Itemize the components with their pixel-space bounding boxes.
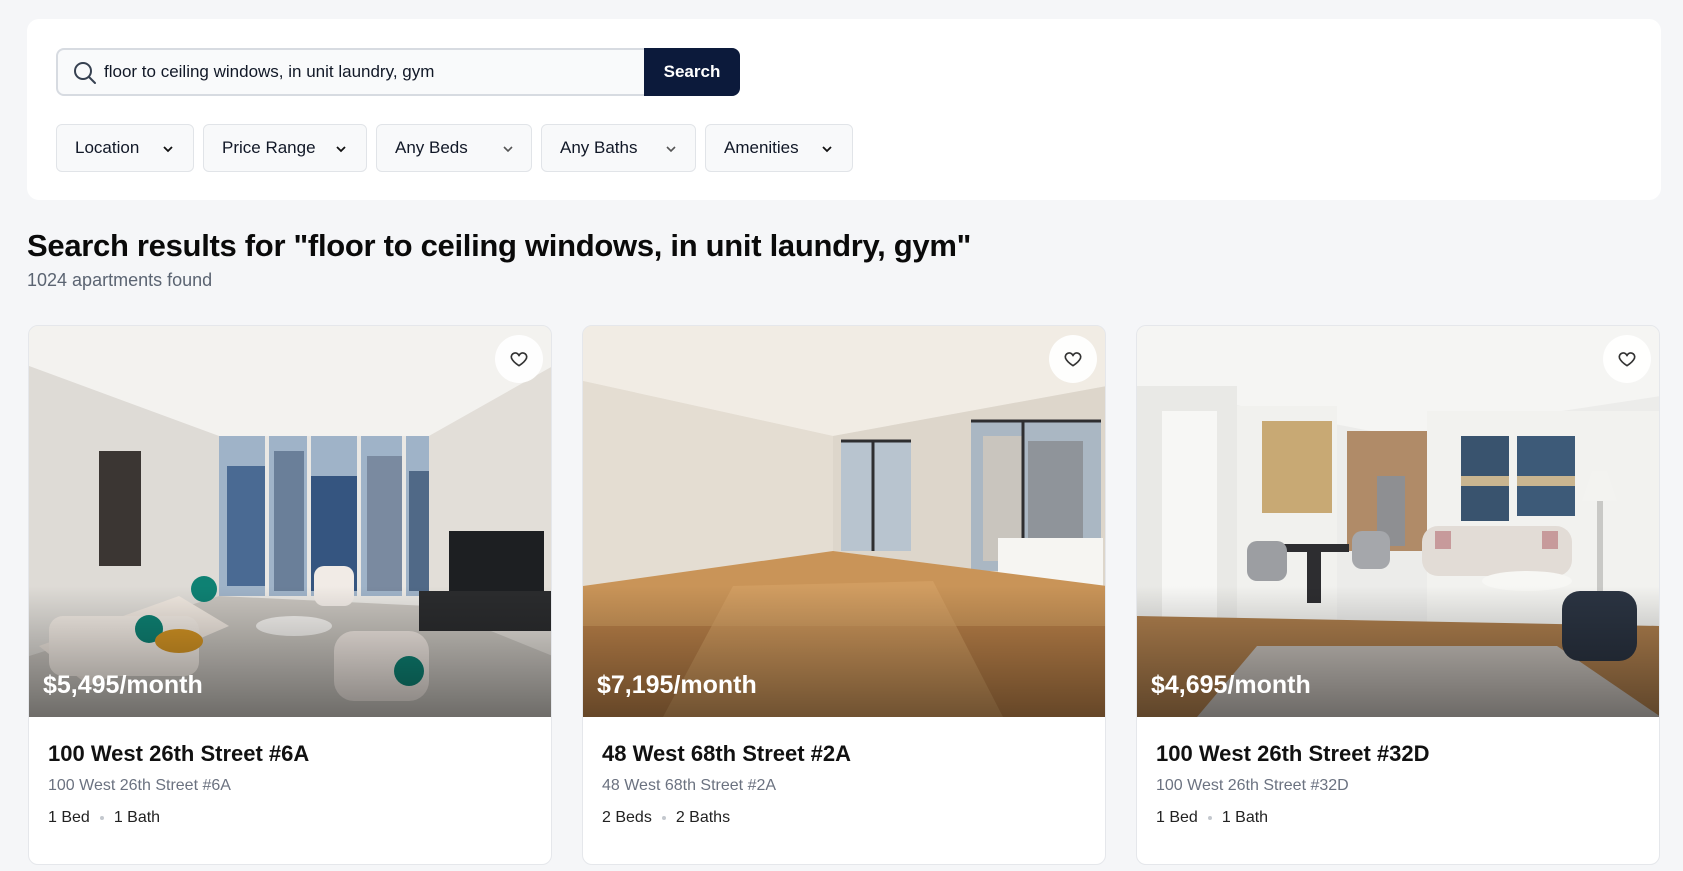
search-bar: Search (56, 48, 740, 96)
results-count: 1024 apartments found (27, 270, 213, 290)
listing-address: 100 West 26th Street #32D (1156, 777, 1349, 794)
filter-beds[interactable]: Any Beds (376, 124, 532, 172)
listing-card[interactable]: $7,195/month 48 West 68th Street #2A 48 … (582, 325, 1106, 865)
favorite-button[interactable] (495, 335, 543, 383)
listing-title[interactable]: 100 West 26th Street #6A (48, 741, 309, 767)
filter-amenities[interactable]: Amenities (705, 124, 853, 172)
listing-title[interactable]: 48 West 68th Street #2A (602, 741, 851, 767)
filter-label: Price Range (222, 138, 316, 157)
filter-price-range[interactable]: Price Range (203, 124, 367, 172)
listing-address: 48 West 68th Street #2A (602, 777, 777, 794)
favorite-button[interactable] (1049, 335, 1097, 383)
separator-dot (99, 816, 104, 820)
separator-dot (661, 816, 666, 820)
listing-beds: 2 Beds (602, 809, 652, 826)
chevron-down-icon (666, 146, 676, 153)
listing-meta: 1 Bed 1 Bath (48, 809, 160, 827)
listing-beds: 1 Bed (48, 809, 90, 826)
listing-photo[interactable]: $5,495/month (29, 326, 551, 717)
heart-icon (510, 352, 528, 367)
chevron-down-icon (822, 146, 832, 153)
search-panel: Search Location Price Range Any Beds Any… (27, 19, 1661, 200)
listing-photo[interactable]: $4,695/month (1137, 326, 1659, 717)
heart-icon (1064, 352, 1082, 367)
listing-price: $4,695/month (1151, 671, 1311, 699)
listing-baths: 1 Bath (113, 809, 161, 826)
listing-card[interactable]: $5,495/month 100 West 26th Street #6A 10… (28, 325, 552, 865)
listing-card[interactable]: $4,695/month 100 West 26th Street #32D 1… (1136, 325, 1660, 865)
listing-meta: 1 Bed 1 Bath (1156, 809, 1268, 827)
listing-beds: 1 Bed (1156, 809, 1198, 826)
listing-price: $7,195/month (597, 671, 757, 699)
filter-location[interactable]: Location (56, 124, 194, 172)
results-title: Search results for "floor to ceiling win… (27, 228, 972, 263)
listing-baths: 1 Bath (1221, 809, 1269, 826)
favorite-button[interactable] (1603, 335, 1651, 383)
chevron-down-icon (336, 146, 346, 153)
separator-dot (1207, 816, 1212, 820)
search-button[interactable]: Search (644, 48, 740, 96)
search-icon (74, 62, 96, 84)
listing-address: 100 West 26th Street #6A (48, 777, 231, 794)
listing-photo[interactable]: $7,195/month (583, 326, 1105, 717)
listing-title[interactable]: 100 West 26th Street #32D (1156, 741, 1430, 767)
search-input[interactable] (104, 50, 694, 94)
heart-icon (1618, 352, 1636, 367)
filter-label: Location (75, 138, 140, 157)
listing-price: $5,495/month (43, 671, 203, 699)
chevron-down-icon (503, 146, 513, 153)
listing-meta: 2 Beds 2 Baths (602, 809, 730, 827)
chevron-down-icon (163, 146, 173, 153)
filter-baths[interactable]: Any Baths (541, 124, 696, 172)
filter-label: Any Beds (395, 138, 468, 157)
filter-label: Amenities (724, 138, 799, 157)
filter-label: Any Baths (560, 138, 638, 157)
listing-baths: 2 Baths (675, 809, 731, 826)
